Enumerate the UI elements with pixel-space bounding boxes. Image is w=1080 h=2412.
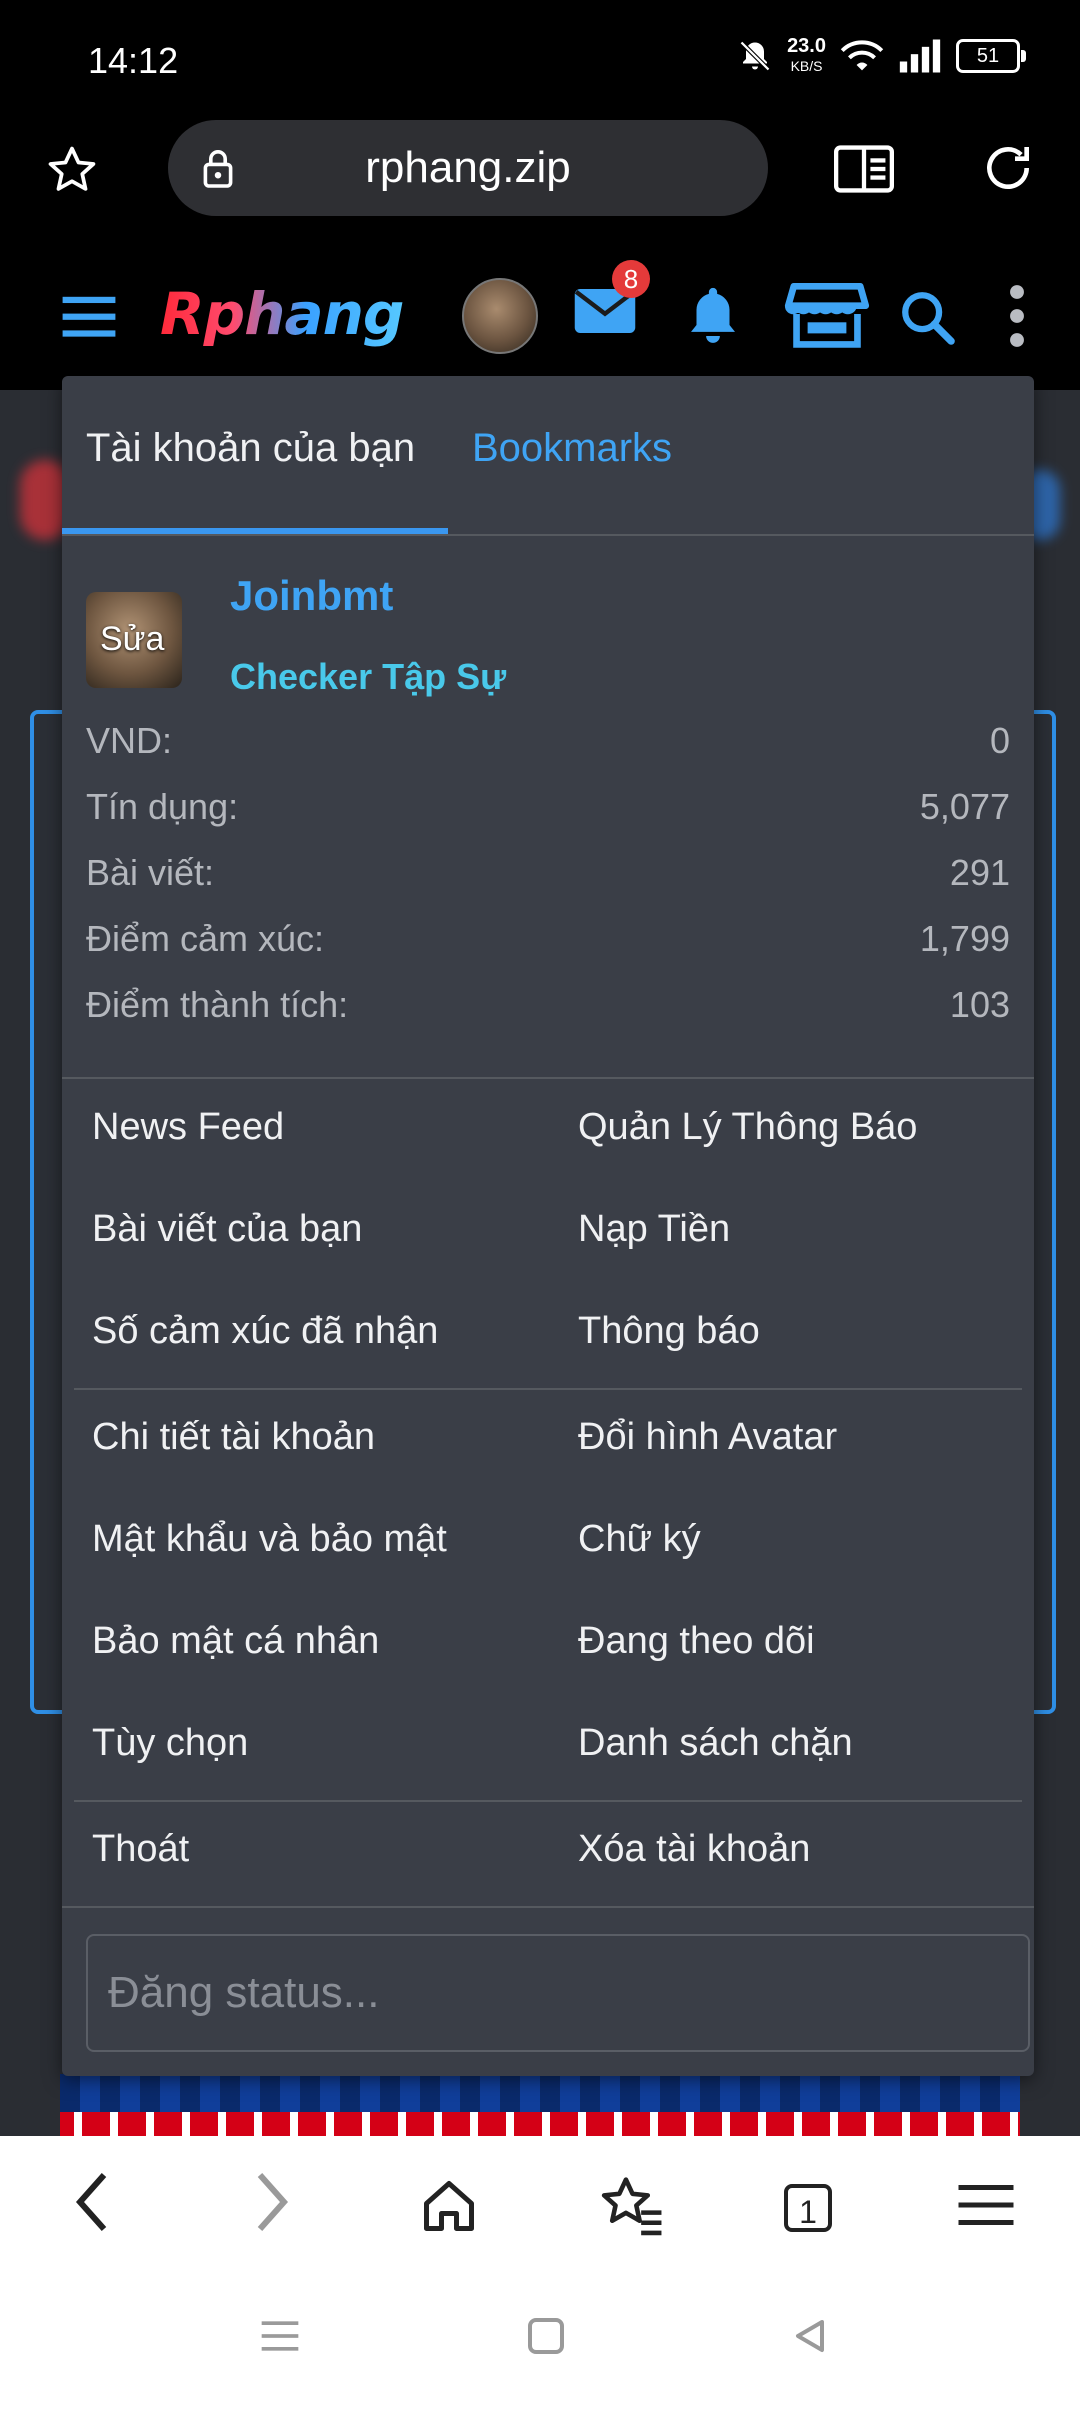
network-speed: 23.0 KB/S	[787, 36, 826, 76]
hamburger-menu-icon[interactable]	[60, 292, 118, 340]
reader-mode-icon[interactable]	[834, 144, 894, 194]
link-following[interactable]: Đang theo dõi	[578, 1620, 815, 1663]
divider	[62, 1077, 1034, 1079]
stat-value: 103	[949, 984, 1010, 1025]
background-banner-lights	[60, 2112, 1020, 2136]
stat-value: 291	[949, 852, 1010, 893]
site-logo[interactable]: Rphang	[160, 280, 404, 348]
divider	[62, 1906, 1034, 1908]
stat-row: VND: 0	[86, 720, 1010, 786]
forward-icon[interactable]	[252, 2166, 292, 2238]
stat-label: Tín dụng:	[86, 786, 239, 827]
inbox-badge: 8	[612, 260, 650, 298]
notifications-muted-icon	[739, 40, 771, 72]
more-options-icon[interactable]	[1002, 284, 1032, 348]
home-icon[interactable]	[418, 2176, 480, 2236]
cell-signal-icon	[899, 39, 941, 73]
edit-avatar-label[interactable]: Sửa	[100, 620, 164, 659]
divider	[74, 1388, 1022, 1390]
link-notifications[interactable]: Thông báo	[578, 1310, 760, 1353]
star-bookmark-icon[interactable]	[44, 142, 100, 198]
stat-row: Tín dụng: 5,077	[86, 786, 1010, 852]
link-preferences[interactable]: Tùy chọn	[92, 1722, 248, 1765]
active-tab-indicator	[62, 528, 448, 534]
link-notification-settings[interactable]: Quản Lý Thông Báo	[578, 1106, 917, 1149]
divider	[74, 1800, 1022, 1802]
status-time: 14:12	[88, 40, 179, 81]
account-menu: Tài khoản của bạn Bookmarks Sửa Joinbmt …	[62, 376, 1034, 2076]
status-input[interactable]: Đăng status...	[86, 1934, 1030, 2052]
browser-menu-icon[interactable]	[956, 2182, 1016, 2228]
search-icon[interactable]	[898, 288, 956, 346]
link-password-security[interactable]: Mật khẩu và bảo mật	[92, 1518, 447, 1561]
status-bar: 14:12 23.0 KB/S 51	[0, 0, 1080, 118]
link-delete-account[interactable]: Xóa tài khoản	[578, 1828, 810, 1871]
profile-avatar[interactable]: Sửa	[86, 592, 182, 688]
tab-switcher[interactable]: 1	[784, 2184, 832, 2232]
back-icon[interactable]	[72, 2166, 112, 2238]
link-signature[interactable]: Chữ ký	[578, 1518, 701, 1561]
link-change-avatar[interactable]: Đổi hình Avatar	[578, 1416, 837, 1459]
stat-value: 5,077	[919, 786, 1010, 827]
link-top-up[interactable]: Nạp Tiền	[578, 1208, 730, 1251]
profile-summary: Sửa Joinbmt Checker Tập Sự	[62, 536, 1034, 697]
reload-icon[interactable]	[980, 140, 1036, 196]
stat-row: Điểm thành tích: 103	[86, 984, 1010, 1050]
recent-apps-icon[interactable]	[258, 2316, 302, 2356]
link-logout[interactable]: Thoát	[92, 1828, 189, 1871]
bookmarks-icon[interactable]	[598, 2174, 664, 2236]
link-privacy[interactable]: Bảo mật cá nhân	[92, 1620, 379, 1663]
tab-bookmarks[interactable]: Bookmarks	[472, 426, 672, 471]
tab-your-account[interactable]: Tài khoản của bạn	[86, 426, 415, 471]
link-news-feed[interactable]: News Feed	[92, 1106, 284, 1149]
status-icons: 23.0 KB/S 51	[737, 36, 1026, 76]
stat-value: 1,799	[919, 918, 1010, 959]
link-reactions-received[interactable]: Số cảm xúc đã nhận	[92, 1310, 438, 1353]
stat-row: Điểm cảm xúc: 1,799	[86, 918, 1010, 984]
network-speed-value: 23.0	[787, 35, 826, 57]
user-title: Checker Tập Sự	[230, 656, 507, 697]
user-stats: VND: 0 Tín dụng: 5,077 Bài viết: 291 Điể…	[86, 720, 1010, 1050]
site-header: Rphang 8	[0, 258, 1080, 390]
bell-icon[interactable]	[680, 280, 746, 348]
account-menu-tabs: Tài khoản của bạn Bookmarks	[62, 376, 1034, 536]
url-text: rphang.zip	[365, 143, 571, 192]
stat-row: Bài viết: 291	[86, 852, 1010, 918]
link-account-details[interactable]: Chi tiết tài khoản	[92, 1416, 375, 1459]
stat-label: VND:	[86, 720, 173, 761]
battery-icon: 51	[956, 39, 1026, 73]
browser-bottom-nav	[0, 2136, 1080, 2274]
stat-label: Điểm thành tích:	[86, 984, 349, 1025]
network-speed-unit: KB/S	[790, 58, 823, 74]
link-ignored-list[interactable]: Danh sách chặn	[578, 1722, 853, 1765]
system-navigation-bar	[0, 2274, 1080, 2412]
system-back-icon[interactable]	[790, 2316, 830, 2356]
home-button-icon[interactable]	[526, 2316, 566, 2356]
store-icon[interactable]	[784, 278, 870, 350]
browser-toolbar: rphang.zip	[0, 118, 1080, 258]
address-bar[interactable]: rphang.zip	[168, 120, 768, 216]
stat-label: Bài viết:	[86, 852, 215, 893]
link-your-posts[interactable]: Bài viết của bạn	[92, 1208, 362, 1251]
stat-value: 0	[989, 720, 1010, 761]
stat-label: Điểm cảm xúc:	[86, 918, 325, 959]
user-avatar[interactable]	[462, 278, 538, 354]
username-link[interactable]: Joinbmt	[230, 572, 393, 620]
wifi-icon	[840, 40, 884, 71]
